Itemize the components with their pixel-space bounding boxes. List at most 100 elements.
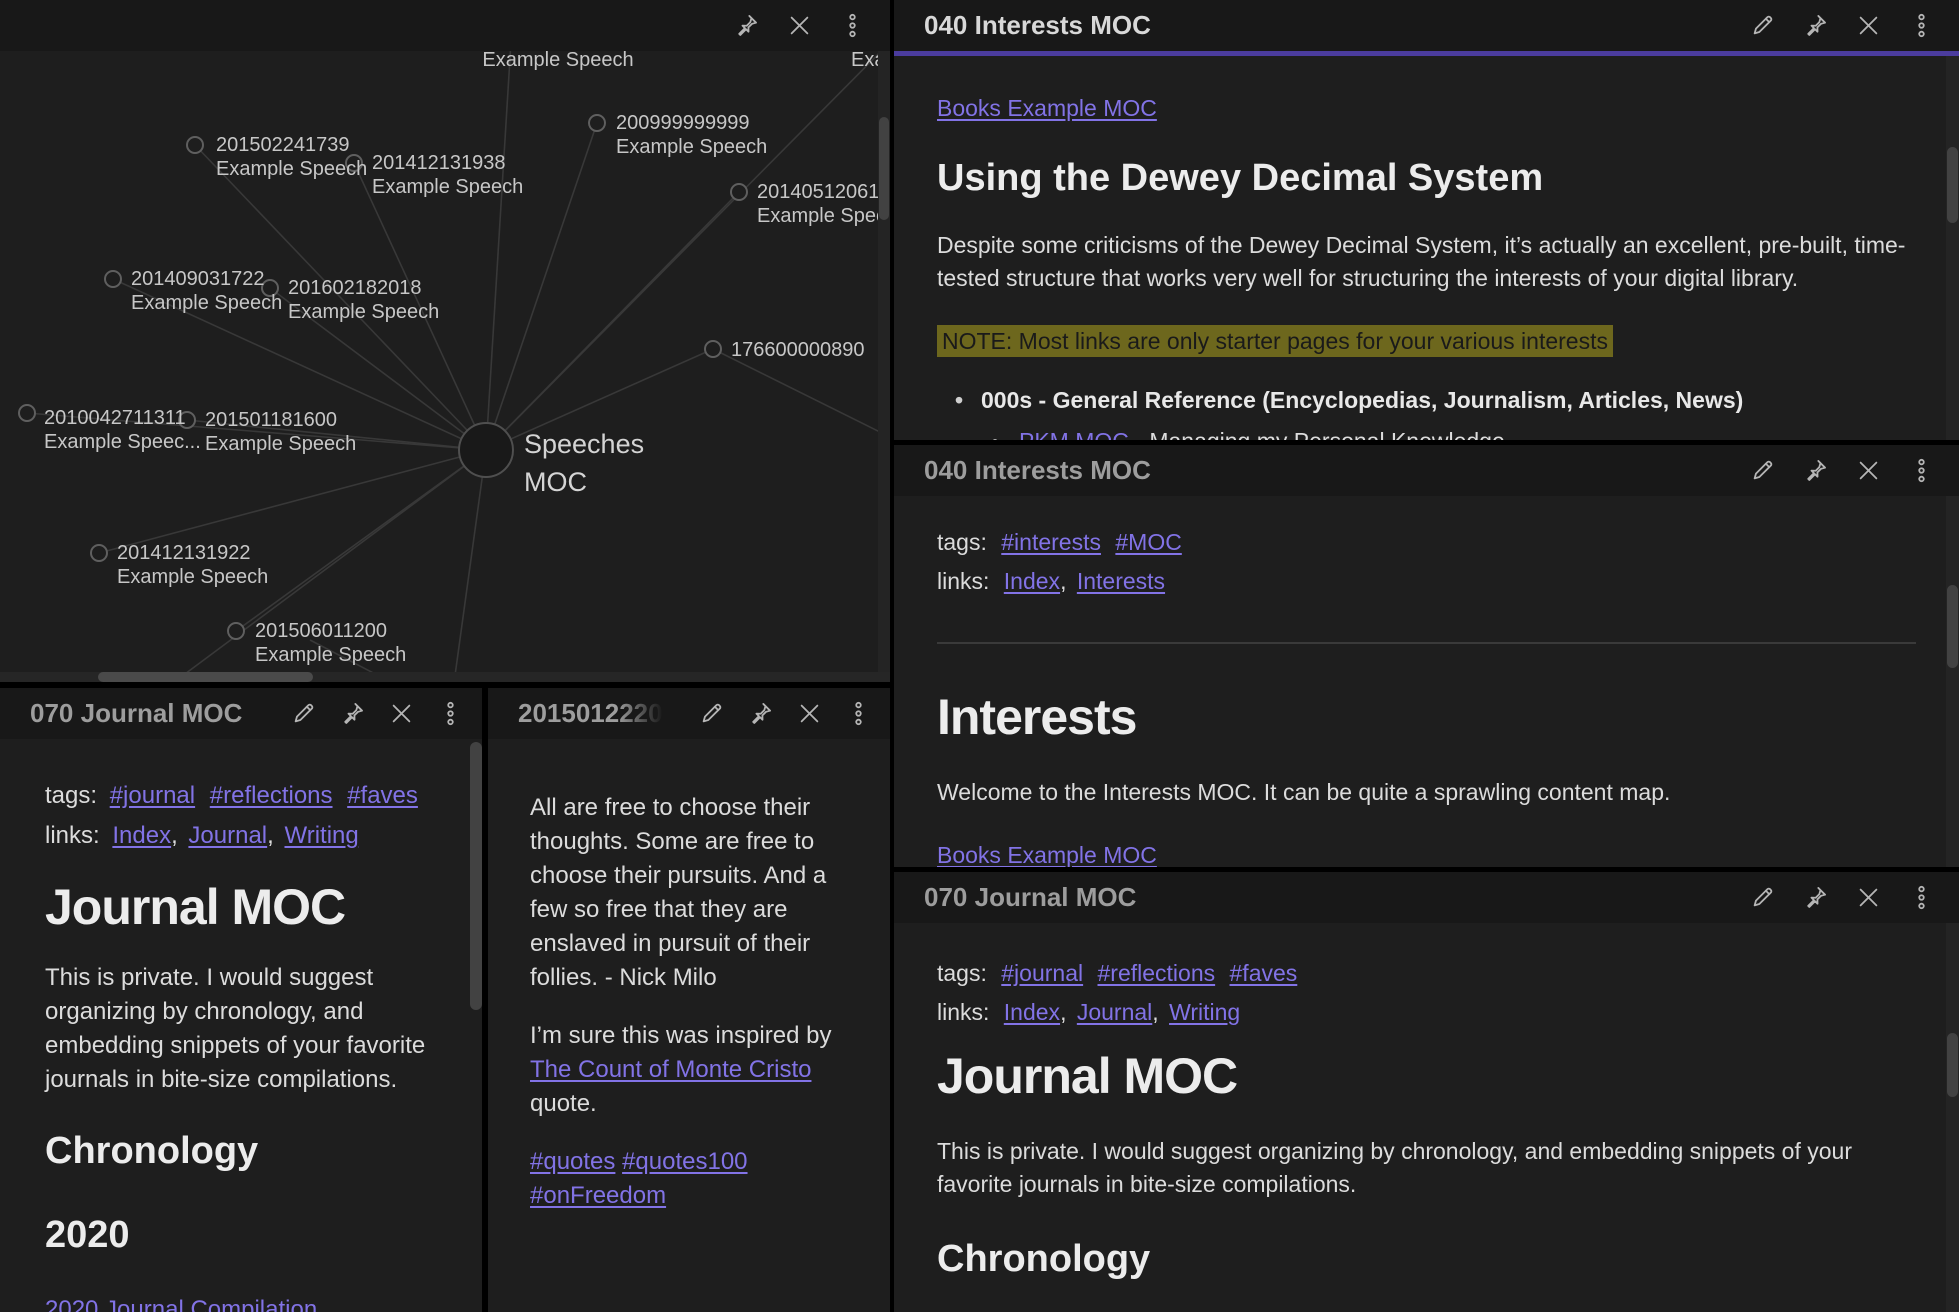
close-icon[interactable] bbox=[1855, 12, 1882, 39]
section-heading: Chronology bbox=[937, 1237, 1916, 1281]
links-row: links: Index, Interests bbox=[937, 565, 1916, 598]
more-options-icon[interactable] bbox=[845, 700, 872, 727]
edit-icon[interactable] bbox=[290, 700, 317, 727]
section-heading: 2020 bbox=[45, 1213, 462, 1257]
list-item: 000s - General Reference (Encyclopedias,… bbox=[937, 384, 1916, 417]
highlighted-note: NOTE: Most links are only starter pages … bbox=[937, 325, 1613, 357]
pin-icon[interactable] bbox=[733, 12, 760, 39]
scrollbar-track[interactable] bbox=[1946, 923, 1959, 1312]
link-books-example-moc[interactable]: Books Example MOC bbox=[937, 842, 1157, 867]
graph-node-label[interactable]: 201602182018Example Speech bbox=[288, 276, 439, 324]
edit-icon[interactable] bbox=[1749, 12, 1776, 39]
tags-label: tags: bbox=[937, 529, 987, 555]
graph-node-label[interactable]: 201412131938Example Speech bbox=[372, 151, 523, 199]
pin-icon[interactable] bbox=[1802, 884, 1829, 911]
graph-node-label[interactable]: 201502241739Example Speech bbox=[216, 133, 367, 181]
graph-node-label[interactable]: 201506011200Example Speech bbox=[255, 619, 406, 667]
tag-moc[interactable]: #MOC bbox=[1115, 529, 1181, 555]
graph-node-label[interactable]: 2010042711311Example Speec... bbox=[44, 406, 201, 454]
more-options-icon[interactable] bbox=[839, 12, 866, 39]
paragraph: Despite some criticisms of the Dewey Dec… bbox=[937, 229, 1916, 295]
pane-title: 070 Journal MOC bbox=[30, 698, 242, 729]
scrollbar-thumb[interactable] bbox=[1947, 1033, 1958, 1097]
separator: , bbox=[1060, 568, 1066, 594]
link-journal[interactable]: Journal bbox=[188, 822, 267, 849]
link-writing[interactable]: Writing bbox=[284, 822, 358, 849]
separator: , bbox=[267, 822, 274, 849]
list-item-text: - Managing my Personal Knowledge bbox=[1129, 428, 1505, 440]
graph-node-201412131922[interactable] bbox=[91, 545, 107, 561]
pin-icon[interactable] bbox=[1802, 457, 1829, 484]
graph-node-label[interactable]: 200999999999Example Speech bbox=[616, 111, 767, 159]
graph-vertical-scrollbar-thumb[interactable] bbox=[879, 117, 889, 220]
link-index[interactable]: Index bbox=[112, 822, 171, 849]
edit-icon[interactable] bbox=[698, 700, 725, 727]
scrollbar-thumb[interactable] bbox=[1947, 147, 1958, 223]
pane-header: 2015012220 bbox=[488, 688, 890, 739]
close-icon[interactable] bbox=[786, 12, 813, 39]
pin-icon[interactable] bbox=[339, 700, 366, 727]
close-icon[interactable] bbox=[1855, 884, 1882, 911]
separator: , bbox=[171, 822, 178, 849]
graph-node-176600000890[interactable] bbox=[705, 341, 721, 357]
graph-node-label[interactable]: 201501181600Example Speech bbox=[205, 408, 356, 456]
pin-icon[interactable] bbox=[747, 700, 774, 727]
more-options-icon[interactable] bbox=[1908, 884, 1935, 911]
tags-row: #quotes #quotes100 #onFreedom bbox=[530, 1145, 862, 1213]
graph-node-label[interactable]: 20140512061Example Spee bbox=[757, 180, 887, 228]
tag-faves[interactable]: #faves bbox=[347, 782, 418, 809]
link-books-example-moc[interactable]: Books Example MOC bbox=[937, 95, 1157, 121]
graph-horizontal-scrollbar-thumb[interactable] bbox=[98, 672, 313, 682]
workspace: Example Speech 201502241739Example Speec… bbox=[0, 0, 1959, 1312]
edit-icon[interactable] bbox=[1749, 457, 1776, 484]
pin-icon[interactable] bbox=[1802, 12, 1829, 39]
close-icon[interactable] bbox=[1855, 457, 1882, 484]
link-index[interactable]: Index bbox=[1004, 999, 1060, 1025]
graph-center-label[interactable]: SpeechesMOC bbox=[524, 425, 644, 501]
link-writing[interactable]: Writing bbox=[1169, 999, 1240, 1025]
graph-node-label[interactable]: 201409031722Example Speech bbox=[131, 267, 282, 315]
link-journal[interactable]: Journal bbox=[1077, 999, 1152, 1025]
paragraph: I’m sure this was inspired by The Count … bbox=[530, 1019, 862, 1121]
paragraph: This is private. I would suggest organiz… bbox=[937, 1135, 1916, 1201]
link-count-of-monte-cristo[interactable]: The Count of Monte Cristo bbox=[530, 1056, 811, 1083]
links-label: links: bbox=[937, 999, 989, 1025]
graph-node-label[interactable]: Example Speech bbox=[482, 48, 633, 72]
graph-node-2010042711311[interactable] bbox=[19, 405, 35, 421]
graph-node-label[interactable]: 176600000890 bbox=[731, 338, 864, 362]
link-pkm-moc[interactable]: PKM MOC bbox=[1019, 428, 1129, 440]
graph-node-201506011200[interactable] bbox=[228, 623, 244, 639]
tag-quotes[interactable]: #quotes bbox=[530, 1148, 615, 1175]
tag-reflections[interactable]: #reflections bbox=[210, 782, 333, 809]
paragraph-text: quote. bbox=[530, 1090, 597, 1117]
more-options-icon[interactable] bbox=[437, 700, 464, 727]
scrollbar-track[interactable] bbox=[1946, 496, 1959, 867]
graph-node-speeches-moc[interactable] bbox=[459, 423, 513, 477]
scrollbar-thumb[interactable] bbox=[1947, 585, 1958, 668]
tag-onfreedom[interactable]: #onFreedom bbox=[530, 1182, 666, 1209]
tag-reflections[interactable]: #reflections bbox=[1098, 960, 1216, 986]
link-index[interactable]: Index bbox=[1004, 568, 1060, 594]
tag-faves[interactable]: #faves bbox=[1230, 960, 1298, 986]
scrollbar-thumb[interactable] bbox=[470, 742, 482, 1010]
tag-journal[interactable]: #journal bbox=[1001, 960, 1083, 986]
graph-node-201409031722[interactable] bbox=[105, 271, 121, 287]
link-2020-journal-compilation[interactable]: 2020 Journal Compilation bbox=[45, 1296, 317, 1312]
pane-quote: 2015012220 All are free to choose their … bbox=[488, 688, 890, 1312]
tag-interests[interactable]: #interests bbox=[1001, 529, 1101, 555]
tag-journal[interactable]: #journal bbox=[110, 782, 195, 809]
graph-pane-header bbox=[0, 0, 890, 51]
close-icon[interactable] bbox=[796, 700, 823, 727]
graph-node-20140512061[interactable] bbox=[731, 184, 747, 200]
link-interests[interactable]: Interests bbox=[1077, 568, 1165, 594]
close-icon[interactable] bbox=[388, 700, 415, 727]
graph-node-200999999999[interactable] bbox=[589, 115, 605, 131]
pane-title: 070 Journal MOC bbox=[924, 882, 1136, 913]
more-options-icon[interactable] bbox=[1908, 457, 1935, 484]
edit-icon[interactable] bbox=[1749, 884, 1776, 911]
tag-quotes100[interactable]: #quotes100 bbox=[622, 1148, 747, 1175]
scrollbar-track[interactable] bbox=[1946, 56, 1959, 440]
more-options-icon[interactable] bbox=[1908, 12, 1935, 39]
graph-node-label[interactable]: 201412131922Example Speech bbox=[117, 541, 268, 589]
graph-node-201502241739[interactable] bbox=[187, 137, 203, 153]
